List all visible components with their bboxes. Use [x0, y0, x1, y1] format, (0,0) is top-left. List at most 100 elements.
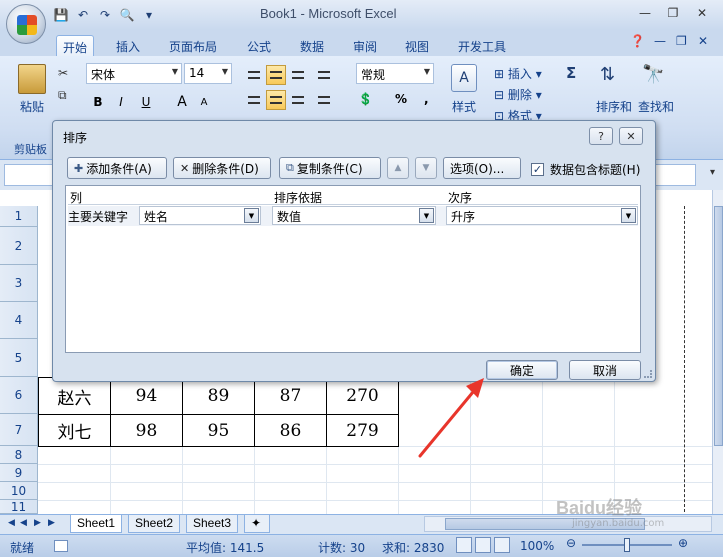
sort-order-select[interactable]: 升序 ▼ — [446, 206, 638, 225]
underline-button[interactable]: U — [136, 92, 156, 112]
cell-score[interactable]: 94 — [110, 377, 183, 415]
find-select-button[interactable]: 查找和 — [638, 98, 674, 115]
row-header[interactable]: 3 — [0, 265, 38, 302]
options-button[interactable]: 选项(O)... — [443, 157, 521, 179]
office-button[interactable] — [6, 4, 46, 44]
restore-icon[interactable]: ❐ — [661, 3, 685, 23]
row-header[interactable]: 1 — [0, 206, 38, 227]
resize-grip-icon[interactable] — [644, 370, 652, 378]
prev-sheet-icon[interactable]: ◀ — [20, 518, 27, 528]
autosum-button[interactable]: Σ — [566, 64, 576, 82]
row-header[interactable]: 6 — [0, 377, 38, 414]
align-left-button[interactable] — [244, 90, 264, 110]
dialog-help-button[interactable]: ? — [589, 127, 613, 145]
italic-button[interactable]: I — [111, 92, 131, 112]
sheet-tab-2[interactable]: Sheet2 — [128, 515, 181, 533]
macro-record-icon[interactable] — [54, 540, 68, 552]
save-icon[interactable]: 💾 — [52, 6, 70, 24]
copy-condition-button[interactable]: ⧉ 复制条件(C) — [279, 157, 381, 179]
tab-insert[interactable]: 插入 — [110, 35, 146, 57]
align-top-button[interactable] — [244, 65, 264, 85]
print-preview-icon[interactable]: 🔍 — [118, 6, 136, 24]
percent-button[interactable]: % — [395, 92, 407, 106]
page-layout-view-icon[interactable] — [475, 537, 491, 553]
sort-column-select[interactable]: 姓名 ▼ — [139, 206, 261, 225]
font-name-select[interactable]: 宋体 ▼ — [86, 63, 182, 84]
cell-score[interactable]: 95 — [182, 414, 255, 447]
shrink-font-button[interactable]: A — [194, 92, 214, 112]
insert-sheet-icon[interactable]: ✦ — [244, 515, 270, 533]
wrap-text-button[interactable] — [314, 65, 334, 85]
number-format-select[interactable]: 常规 ▼ — [356, 63, 434, 84]
cell-score[interactable]: 89 — [182, 377, 255, 415]
minimize-icon[interactable]: — — [633, 3, 657, 23]
move-up-button[interactable]: ▲ — [387, 157, 409, 179]
styles-button[interactable]: A 样式 — [446, 64, 482, 115]
paste-button[interactable]: 粘贴 — [14, 64, 50, 115]
cell-score[interactable]: 87 — [254, 377, 327, 415]
tab-page-layout[interactable]: 页面布局 — [163, 35, 223, 57]
grow-font-button[interactable]: A — [172, 92, 192, 112]
next-sheet-icon[interactable]: ▶ — [34, 518, 41, 528]
currency-format-icon[interactable]: 💲 — [358, 92, 373, 106]
row-header[interactable]: 10 — [0, 482, 38, 500]
zoom-level[interactable]: 100% — [520, 539, 554, 553]
zoom-slider-thumb[interactable] — [624, 538, 630, 552]
sheet-tab-1[interactable]: Sheet1 — [70, 515, 123, 533]
tab-review[interactable]: 审阅 — [347, 35, 383, 57]
align-center-button[interactable] — [266, 90, 286, 110]
vertical-scrollbar[interactable] — [712, 190, 723, 514]
tab-developer[interactable]: 开发工具 — [452, 35, 512, 57]
tab-home[interactable]: 开始 — [56, 35, 95, 57]
sort-on-select[interactable]: 数值 ▼ — [272, 206, 436, 225]
has-headers-checkbox-wrap[interactable]: ✓ 数据包含标题(H) — [531, 161, 640, 178]
cell-name[interactable]: 刘七 — [38, 414, 111, 447]
cell-total[interactable]: 270 — [326, 377, 399, 415]
zoom-out-icon[interactable]: ⊖ — [566, 536, 576, 550]
redo-icon[interactable]: ↷ — [96, 6, 114, 24]
ribbon-restore-icon[interactable]: ❐ — [676, 34, 687, 48]
row-header[interactable]: 8 — [0, 446, 38, 464]
undo-icon[interactable]: ↶ — [74, 6, 92, 24]
row-header[interactable]: 4 — [0, 302, 38, 339]
ribbon-minimize-icon[interactable]: — — [654, 34, 666, 48]
align-right-button[interactable] — [288, 90, 308, 110]
merge-cells-button[interactable] — [314, 90, 334, 110]
cut-icon[interactable]: ✂ — [58, 66, 68, 80]
row-header[interactable]: 11 — [0, 500, 38, 514]
page-break-view-icon[interactable] — [494, 537, 510, 553]
cell-total[interactable]: 279 — [326, 414, 399, 447]
sort-filter-button[interactable]: 排序和 — [596, 98, 632, 115]
dialog-close-button[interactable]: ✕ — [619, 127, 643, 145]
tab-data[interactable]: 数据 — [294, 35, 330, 57]
insert-cells-button[interactable]: ⊞ 插入 ▾ — [494, 65, 542, 82]
ok-button[interactable]: 确定 — [486, 360, 558, 380]
delete-condition-button[interactable]: ✕ 删除条件(D) — [173, 157, 271, 179]
close-icon[interactable]: ✕ — [690, 3, 714, 23]
row-header[interactable]: 5 — [0, 339, 38, 377]
row-header[interactable]: 2 — [0, 227, 38, 265]
font-size-select[interactable]: 14 ▼ — [184, 63, 232, 84]
row-header[interactable]: 7 — [0, 414, 38, 446]
copy-icon[interactable]: ⧉ — [58, 88, 67, 103]
add-condition-button[interactable]: ✚ 添加条件(A) — [67, 157, 167, 179]
cell-name[interactable]: 赵六 — [38, 377, 111, 415]
sheet-tab-3[interactable]: Sheet3 — [186, 515, 239, 533]
normal-view-icon[interactable] — [456, 537, 472, 553]
cell-score[interactable]: 98 — [110, 414, 183, 447]
move-down-button[interactable]: ▼ — [415, 157, 437, 179]
tab-view[interactable]: 视图 — [399, 35, 435, 57]
bold-button[interactable]: B — [88, 92, 108, 112]
last-sheet-icon[interactable]: ▶ — [48, 518, 55, 528]
align-bottom-button[interactable] — [288, 65, 308, 85]
cell-score[interactable]: 86 — [254, 414, 327, 447]
tab-formulas[interactable]: 公式 — [241, 35, 277, 57]
comma-button[interactable]: , — [424, 92, 429, 106]
expand-formula-bar-icon[interactable]: ▾ — [710, 167, 715, 178]
first-sheet-icon[interactable]: ◀ — [8, 518, 15, 528]
ribbon-close-icon[interactable]: ✕ — [698, 34, 708, 48]
customize-qat-icon[interactable]: ▾ — [140, 6, 158, 24]
align-middle-button[interactable] — [266, 65, 286, 85]
scrollbar-thumb[interactable] — [714, 206, 723, 446]
delete-cells-button[interactable]: ⊟ 删除 ▾ — [494, 86, 542, 103]
